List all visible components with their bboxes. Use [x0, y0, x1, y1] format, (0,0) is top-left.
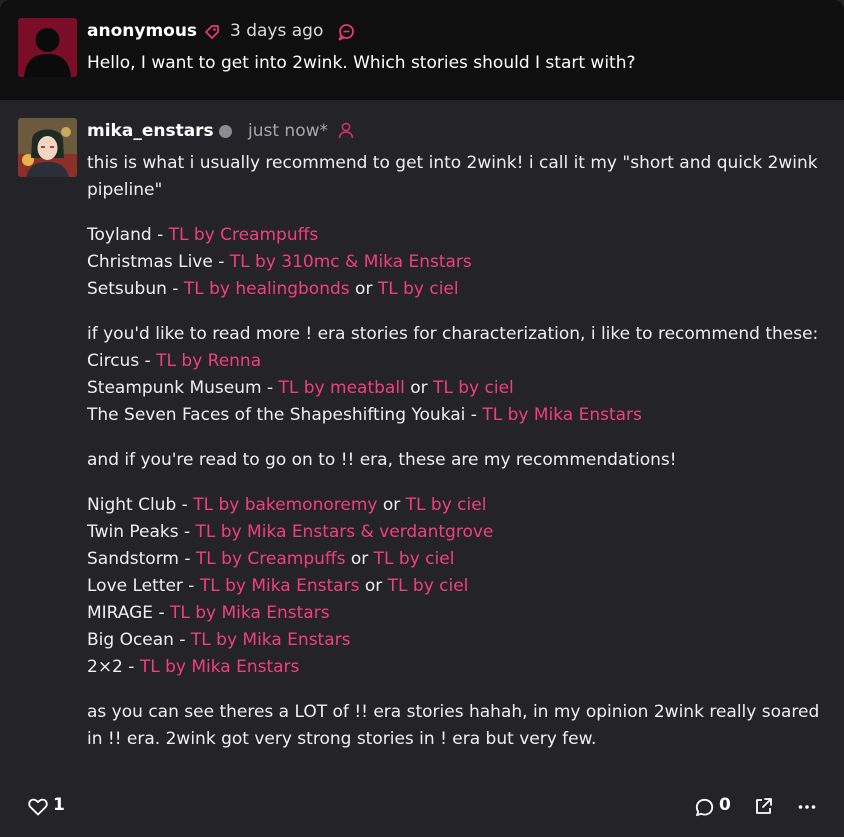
story-line: Love Letter - TL by Mika Enstars or TL b…: [87, 573, 832, 600]
story-line: Circus - TL by Renna: [87, 348, 832, 375]
translation-link[interactable]: TL by Creampuffs: [169, 225, 319, 245]
story-title: 2×2 -: [87, 657, 140, 677]
story-line: Big Ocean - TL by Mika Enstars: [87, 627, 832, 654]
or-separator: or: [404, 378, 433, 398]
anonymous-avatar[interactable]: [18, 18, 77, 77]
story-title: Toyland -: [87, 225, 169, 245]
story-title: The Seven Faces of the Shapeshifting You…: [87, 405, 483, 425]
answer-intro: this is what i usually recommend to get …: [87, 153, 818, 200]
translation-link[interactable]: TL by Mika Enstars: [191, 630, 351, 650]
question-time: 3 days ago: [230, 21, 324, 41]
question-text: Hello, I want to get into 2wink. Which s…: [87, 53, 636, 73]
story-list-group-1: Toyland - TL by Creampuffs Christmas Live…: [87, 222, 832, 303]
story-line: Steampunk Museum - TL by meatball or TL …: [87, 375, 832, 402]
translation-link[interactable]: TL by meatball: [279, 378, 405, 398]
story-list-group-2: Circus - TL by Renna Steampunk Museum - T…: [87, 348, 832, 429]
story-title: Steampunk Museum -: [87, 378, 279, 398]
answer-time: just now*: [248, 121, 329, 141]
translation-link[interactable]: TL by 310mc & Mika Enstars: [230, 252, 472, 272]
heart-icon[interactable]: [28, 798, 48, 816]
story-title: Night Club -: [87, 495, 194, 515]
story-line: Christmas Live - TL by 310mc & Mika Enst…: [87, 249, 832, 276]
or-separator: or: [345, 549, 374, 569]
translation-link[interactable]: TL by ciel: [433, 378, 514, 398]
translation-link[interactable]: TL by Mika Enstars: [482, 405, 642, 425]
story-line: Toyland - TL by Creampuffs: [87, 222, 832, 249]
question-author[interactable]: anonymous: [87, 21, 197, 41]
story-title: Twin Peaks -: [87, 522, 196, 542]
or-separator: or: [359, 576, 388, 596]
translation-link[interactable]: TL by ciel: [374, 549, 455, 569]
mika-enstars-avatar[interactable]: [18, 118, 77, 177]
translation-link[interactable]: TL by Mika Enstars: [200, 576, 360, 596]
translation-link[interactable]: TL by ciel: [406, 495, 487, 515]
story-title: Love Letter -: [87, 576, 200, 596]
translation-link[interactable]: TL by Renna: [156, 351, 261, 371]
story-title: Big Ocean -: [87, 630, 191, 650]
story-line: Night Club - TL by bakemonoremy or TL by…: [87, 492, 832, 519]
more-icon[interactable]: [797, 797, 817, 817]
answer-paragraph-3: and if you're read to go on to !! era, t…: [87, 450, 677, 470]
comment-icon[interactable]: [695, 798, 714, 817]
answer-author[interactable]: mika_enstars: [87, 121, 214, 141]
tag-icon: [205, 25, 219, 39]
person-icon[interactable]: [338, 122, 354, 139]
translation-link[interactable]: TL by Mika Enstars & verdantgrove: [196, 522, 494, 542]
question-card: anonymous 3 days ago Hello, I want to ge…: [0, 0, 844, 100]
share-icon[interactable]: [754, 797, 773, 816]
story-list-group-3: Night Club - TL by bakemonoremy or TL by…: [87, 492, 832, 681]
story-line: 2×2 - TL by Mika Enstars: [87, 654, 832, 681]
translation-link[interactable]: TL by Mika Enstars: [140, 657, 300, 677]
chat-bubble-icon: [338, 24, 354, 41]
answer-body: this is what i usually recommend to get …: [87, 150, 832, 771]
translation-link[interactable]: TL by ciel: [378, 279, 459, 299]
like-count: 1: [53, 795, 65, 815]
story-line: MIRAGE - TL by Mika Enstars: [87, 600, 832, 627]
answer-paragraph-2: if you'd like to read more ! era stories…: [87, 324, 819, 344]
story-title: Christmas Live -: [87, 252, 230, 272]
story-line: Sandstorm - TL by Creampuffs or TL by ci…: [87, 546, 832, 573]
translation-link[interactable]: TL by healingbonds: [184, 279, 350, 299]
answer-card: mika_enstars just now* this is what i us…: [0, 100, 844, 837]
or-separator: or: [377, 495, 406, 515]
translation-link[interactable]: TL by Creampuffs: [196, 549, 346, 569]
post-actions: 1 0: [0, 795, 844, 825]
translation-link[interactable]: TL by Mika Enstars: [170, 603, 330, 623]
story-title: MIRAGE -: [87, 603, 170, 623]
story-title: Sandstorm -: [87, 549, 196, 569]
translation-link[interactable]: TL by bakemonoremy: [193, 495, 377, 515]
translation-link[interactable]: TL by ciel: [388, 576, 469, 596]
story-title: Setsubun -: [87, 279, 184, 299]
story-title: Circus -: [87, 351, 157, 371]
status-dot-icon: [219, 125, 232, 138]
story-line: Twin Peaks - TL by Mika Enstars & verdan…: [87, 519, 832, 546]
story-line: Setsubun - TL by healingbonds or TL by c…: [87, 276, 832, 303]
story-line: The Seven Faces of the Shapeshifting You…: [87, 402, 832, 429]
answer-outro: as you can see theres a LOT of !! era st…: [87, 702, 820, 749]
comment-count: 0: [719, 795, 731, 815]
or-separator: or: [349, 279, 378, 299]
